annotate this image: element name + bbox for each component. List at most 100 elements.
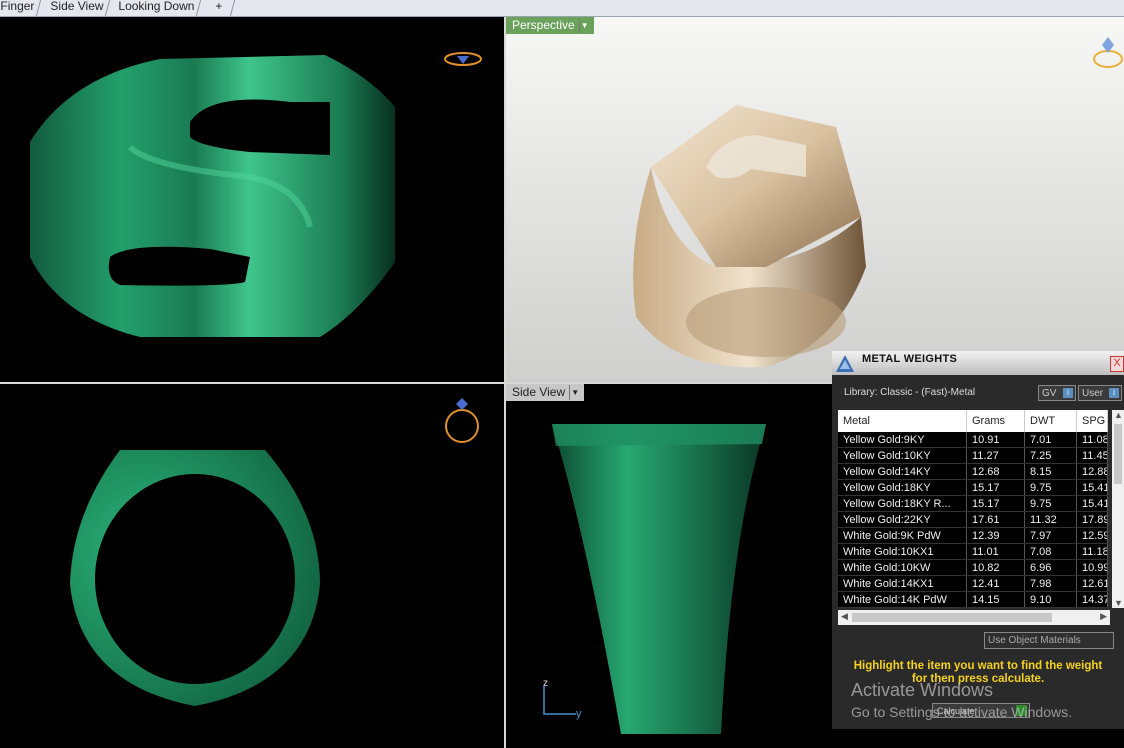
perspective-view-menu[interactable]: Perspective ▼ (506, 17, 594, 34)
ring-preview-icon (443, 48, 483, 75)
table-row[interactable]: Yellow Gold:14KY 12.68 8.15 12.88 (838, 463, 1108, 480)
cell-metal: White Gold:14KX1 (838, 575, 967, 592)
ring-preview-icon (1088, 31, 1124, 78)
panel-title: METAL WEIGHTS (862, 353, 958, 365)
cell-dwt: 7.08 (1024, 543, 1077, 560)
activation-watermark-text: Go to Settings to activate Windows. (851, 704, 1072, 720)
cell-grams: 12.68 (966, 463, 1025, 480)
table-row[interactable]: White Gold:10KX1 11.01 7.08 11.18 (838, 543, 1108, 560)
cell-spg: 14.37 (1076, 591, 1108, 608)
info-icon: i (1063, 388, 1073, 398)
add-tab-button[interactable]: + (203, 0, 236, 16)
table-row[interactable]: Yellow Gold:22KY 17.61 11.32 17.89 (838, 511, 1108, 528)
cell-grams: 11.01 (966, 543, 1025, 560)
tab-label: Finger (0, 0, 35, 13)
table-row[interactable]: Yellow Gold:10KY 11.27 7.25 11.45 (838, 447, 1108, 464)
chevron-down-icon: ▼ (578, 18, 590, 33)
cell-spg: 11.45 (1076, 447, 1108, 464)
cell-metal: White Gold:9K PdW (838, 527, 967, 544)
cell-metal: White Gold:10KW (838, 559, 967, 576)
cell-metal: Yellow Gold:9KY (838, 432, 967, 448)
table-row[interactable]: Yellow Gold:18KY R... 15.17 9.75 15.41 (838, 495, 1108, 512)
cell-dwt: 9.10 (1024, 591, 1077, 608)
ring-front-render (70, 450, 320, 706)
side-view-menu[interactable]: Side View ▼ (506, 384, 585, 401)
gv-toggle[interactable]: GV i (1038, 385, 1076, 401)
column-header-dwt[interactable]: DWT (1024, 410, 1077, 432)
table-vertical-scrollbar[interactable]: ▲ ▼ (1112, 410, 1124, 608)
cell-spg: 17.89 (1076, 511, 1108, 528)
metal-weights-table: Metal Grams DWT SPG Yellow Gold:9KY 10.91… (838, 410, 1108, 608)
top-viewport[interactable] (0, 17, 504, 382)
cell-dwt: 7.97 (1024, 527, 1077, 544)
cell-dwt: 7.98 (1024, 575, 1077, 592)
table-row[interactable]: Yellow Gold:9KY 10.91 7.01 11.08 (838, 432, 1108, 448)
cell-grams: 15.17 (966, 495, 1025, 512)
cell-dwt: 11.32 (1024, 511, 1077, 528)
scrollbar-thumb[interactable] (852, 613, 1052, 622)
cell-spg: 12.88 (1076, 463, 1108, 480)
cell-spg: 15.41 (1076, 479, 1108, 496)
cell-dwt: 9.75 (1024, 479, 1077, 496)
cell-grams: 10.82 (966, 559, 1025, 576)
cell-dwt: 6.96 (1024, 559, 1077, 576)
cell-spg: 12.61 (1076, 575, 1108, 592)
cell-spg: 10.99 (1076, 559, 1108, 576)
gv-label: GV (1042, 388, 1057, 399)
cell-spg: 12.59 (1076, 527, 1108, 544)
panel-title-bar[interactable]: METAL WEIGHTS X (832, 351, 1124, 375)
cell-grams: 12.41 (966, 575, 1025, 592)
cell-dwt: 9.75 (1024, 495, 1077, 512)
cell-metal: Yellow Gold:18KY R... (838, 495, 967, 512)
chevron-down-icon[interactable]: ▼ (1114, 598, 1123, 608)
tab-finger[interactable]: Finger (0, 0, 42, 16)
use-object-materials-label: Use Object Materials (988, 635, 1081, 646)
viewport-label: Side View (512, 385, 566, 399)
metal-weights-panel: METAL WEIGHTS X Library: Classic - (Fast… (832, 351, 1124, 729)
ring-preview-icon (442, 396, 482, 451)
column-header-spg[interactable]: SPG (1076, 410, 1108, 432)
table-row[interactable]: White Gold:9K PdW 12.39 7.97 12.59 (838, 527, 1108, 544)
cell-grams: 10.91 (966, 432, 1025, 448)
chevron-right-icon[interactable]: ▶ (1100, 611, 1107, 622)
cell-grams: 15.17 (966, 479, 1025, 496)
table-row[interactable]: White Gold:14K PdW 14.15 9.10 14.37 (838, 591, 1108, 608)
cell-metal: Yellow Gold:22KY (838, 511, 967, 528)
library-label: Library: Classic - (Fast)-Metal (844, 387, 976, 398)
tab-side-view[interactable]: Side View (43, 0, 111, 16)
cell-grams: 11.27 (966, 447, 1025, 464)
axis-z-label: z (543, 678, 548, 689)
viewport-label: Perspective (512, 18, 575, 32)
view-tab-bar: Finger Side View Looking Down + (0, 0, 1124, 17)
perspective-viewport[interactable]: Perspective ▼ (506, 17, 1124, 382)
activation-watermark-title: Activate Windows (851, 680, 994, 700)
cell-grams: 14.15 (966, 591, 1025, 608)
front-viewport[interactable] (0, 384, 504, 748)
close-button[interactable]: X (1110, 356, 1124, 372)
ring-perspective-render (633, 105, 866, 368)
add-icon: + (215, 0, 223, 13)
table-row[interactable]: White Gold:10KW 10.82 6.96 10.99 (838, 559, 1108, 576)
column-header-grams[interactable]: Grams (966, 410, 1025, 432)
chevron-left-icon[interactable]: ◀ (841, 611, 848, 622)
axis-indicator: z y (540, 678, 590, 727)
user-toggle[interactable]: User i (1078, 385, 1122, 401)
cell-dwt: 7.01 (1024, 432, 1077, 448)
axis-y-label: y (576, 708, 582, 720)
cell-dwt: 8.15 (1024, 463, 1077, 480)
table-row[interactable]: White Gold:14KX1 12.41 7.98 12.61 (838, 575, 1108, 592)
cell-metal: White Gold:14K PdW (838, 591, 967, 608)
tab-looking-down[interactable]: Looking Down (111, 0, 202, 16)
cell-metal: Yellow Gold:14KY (838, 463, 967, 480)
chevron-up-icon[interactable]: ▲ (1114, 410, 1123, 420)
scrollbar-thumb[interactable] (1114, 424, 1122, 484)
cell-spg: 15.41 (1076, 495, 1108, 512)
table-horizontal-scrollbar[interactable]: ◀ ▶ (838, 610, 1110, 625)
use-object-materials-toggle[interactable]: Use Object Materials (984, 632, 1114, 649)
column-header-metal[interactable]: Metal (838, 410, 967, 432)
info-icon: i (1109, 388, 1119, 398)
cell-grams: 17.61 (966, 511, 1025, 528)
cell-metal: Yellow Gold:18KY (838, 479, 967, 496)
table-row[interactable]: Yellow Gold:18KY 15.17 9.75 15.41 (838, 479, 1108, 496)
cell-spg: 11.18 (1076, 543, 1108, 560)
